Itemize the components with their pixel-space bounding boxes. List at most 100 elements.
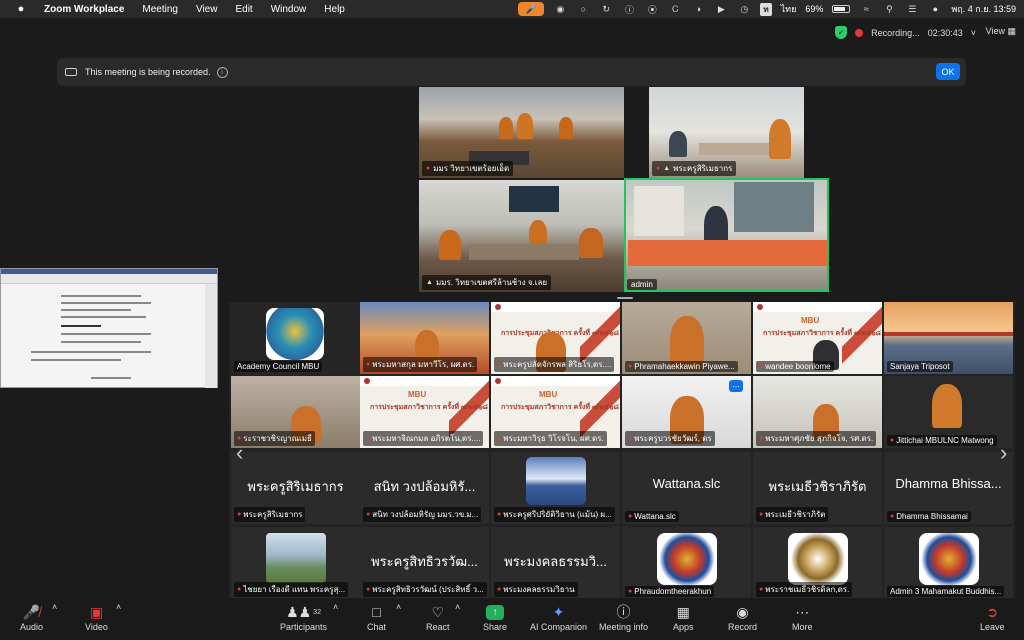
doc-line	[61, 295, 141, 297]
audio-button[interactable]: 🎤̸ Audio	[20, 602, 43, 633]
more-button[interactable]: ⋯ More	[792, 602, 813, 633]
menu-meeting[interactable]: Meeting	[142, 4, 178, 15]
microphone-in-use-icon[interactable]: 🎤	[518, 2, 545, 16]
participant-tile[interactable]: MBU การประชุมสภาวิชาการ ครั้งที่ ๗/๒๕๖๘ …	[491, 376, 620, 448]
video-button[interactable]: ▣ Video	[85, 602, 108, 633]
spotlight-icon[interactable]: ⚲	[882, 3, 896, 15]
participant-tile[interactable]: สนิท วงปล้อมหิรั... ● สนิท วงปล้อมหิรัญ ม…	[360, 452, 489, 524]
app-name-menu[interactable]: Zoom Workplace	[44, 4, 124, 15]
chevron-down-icon[interactable]: ˅	[971, 28, 976, 38]
video-options-chevron-icon[interactable]: ˄	[116, 602, 121, 612]
view-button-label: View	[985, 26, 1005, 36]
battery-percent: 69%	[805, 4, 824, 14]
chat-button[interactable]: □ Chat	[367, 602, 386, 632]
participant-tile[interactable]: Academy Council MBU	[231, 302, 360, 374]
wifi-icon[interactable]: ≈	[859, 3, 873, 15]
clock[interactable]: พฤ. 4 ก.ย. 13:59	[951, 2, 1016, 16]
participant-tile[interactable]: ● พระมหาสกุล มหาวีโร, ผศ.ดร.	[360, 302, 489, 374]
participant-name: ● wandee boonlome	[756, 361, 834, 372]
input-language[interactable]: ไทย	[781, 2, 797, 16]
video-tile-room-2[interactable]: ● ▲ พระครูสิริเมธากร	[649, 87, 804, 178]
encryption-shield-icon[interactable]: ✓	[835, 26, 848, 39]
participant-tile[interactable]: พระครูสิทธิวรวัฒ... ● พระครูสิทธิวรวัฒน์ …	[360, 527, 489, 599]
apple-icon[interactable]: ●	[14, 3, 28, 15]
gallery-next-arrow-icon[interactable]: ›	[1000, 440, 1007, 466]
bookshelf	[734, 182, 814, 232]
participant-name: ● Wattana.slc	[625, 511, 679, 522]
ai-companion-button[interactable]: ✦ AI Companion	[530, 602, 587, 633]
battery-icon[interactable]	[832, 5, 851, 13]
bluetooth-icon[interactable]: Ꮯ	[668, 3, 682, 15]
participant-tile[interactable]: ● พระมหาศุภชัย สุภกิจโจ, รศ.ดร.	[753, 376, 882, 448]
participant-figure	[517, 113, 533, 139]
more-options-icon[interactable]: ⋯	[729, 380, 743, 392]
participant-name: ● พระมหาวิรุธ วิโรจโน, ผศ.ดร.	[494, 431, 607, 446]
participant-name: ● พระครูปลัดจักรพล สิริธโร,ดร....	[494, 357, 615, 372]
participant-tile[interactable]: ● ระราชวชิรญาณเมธี	[231, 376, 360, 448]
siri-icon[interactable]: ●	[928, 3, 942, 15]
gallery-prev-arrow-icon[interactable]: ‹	[236, 440, 243, 466]
muted-mic-icon: ●	[426, 165, 431, 172]
participant-tile[interactable]: พระมงคลธรรมวิ... ● พระมงคลธรรมวิธาน	[491, 527, 620, 599]
participant-tile[interactable]: พระเมธีวชิราภิรัต ● พระเมธีวชิราภิรัต	[753, 452, 882, 524]
participants-options-chevron-icon[interactable]: ˄	[333, 602, 338, 612]
participant-tile[interactable]: ● Phramahaekkawin Piyawe...	[622, 302, 751, 374]
view-button[interactable]: View ▦	[986, 26, 1016, 37]
control-center-icon[interactable]: ☰	[905, 3, 919, 15]
participant-tile[interactable]: ● Phraudomtheerakhun	[622, 527, 751, 599]
notification-icon[interactable]: ⓘ	[622, 3, 636, 15]
recording-banner: This meeting is being recorded. i OK	[57, 58, 966, 86]
participant-name: ● พระมหาจิณกมล อภิรตโน,ดร....	[363, 431, 484, 446]
meeting-info-button[interactable]: ⓘ Meeting info	[599, 602, 648, 632]
participant-tile[interactable]: ⋯ ● พระครูบวรชัยวัฒร์, ดร	[622, 376, 751, 448]
focus-icon[interactable]: ◑	[691, 3, 705, 15]
participant-tile[interactable]: ● พระราชเมธีวชิรดิลก,ดร.	[753, 527, 882, 599]
participants-label: Participants	[280, 622, 328, 632]
share-button[interactable]: ↑ Share	[483, 602, 507, 632]
leave-button[interactable]: ➲ Leave	[980, 602, 1005, 633]
participant-tile[interactable]: MBU การประชุมสภาวิชาการ ครั้งที่ ๗/๒๕๖๘ …	[360, 376, 489, 448]
video-tile-active-speaker[interactable]: admin	[624, 178, 829, 292]
react-options-chevron-icon[interactable]: ˄	[455, 602, 460, 612]
airdrop-icon[interactable]: ⦿	[645, 3, 659, 15]
participant-tile[interactable]: พระครูสิริเมธากร ● พระครูสิริเมธากร	[231, 452, 360, 524]
sync-icon[interactable]: ↻	[599, 3, 613, 15]
participant-tile[interactable]: Dhamma Bhissa... ● Dhamma Bhissamai	[884, 452, 1013, 524]
participant-tile[interactable]: Sanjaya Triposot	[884, 302, 1013, 374]
participant-tile[interactable]: ● Jittichai MBULNC Matwong	[884, 376, 1013, 448]
shared-document-preview[interactable]	[0, 268, 218, 388]
doc-line	[61, 333, 151, 335]
participant-tile[interactable]: ● ไชยยา เรืองดี แทน พระครูสุ...	[231, 527, 360, 599]
slide-brand: MBU	[539, 390, 558, 399]
banner-ok-button[interactable]: OK	[936, 63, 960, 80]
play-icon[interactable]: ▶	[714, 3, 728, 15]
participant-tile[interactable]: ● พระครูศรีปริยัติวิธาน (แม้น) ผ...	[491, 452, 620, 524]
participant-tile[interactable]: MBU การประชุมสภาวิชาการ ครั้งที่ ๗/๒๕๖๘ …	[753, 302, 882, 374]
recording-status[interactable]: ✓ Recording... 02:30:43 ˅	[835, 26, 976, 39]
window	[634, 186, 684, 236]
chat-options-chevron-icon[interactable]: ˄	[396, 602, 401, 612]
participant-tile[interactable]: Wattana.slc ● Wattana.slc	[622, 452, 751, 524]
participant-tile[interactable]: การประชุมสภาวิชาการ ครั้งที่ ๗/๒๕๖๘ ● พระ…	[491, 302, 620, 374]
menu-window[interactable]: Window	[271, 4, 307, 15]
chairs	[628, 240, 828, 266]
video-tile-room-3[interactable]: ▲ มมร. วิทยาเขตศรีล้านช้าง จ.เลย	[419, 180, 624, 292]
participant-name: ● Dhamma Bhissamai	[887, 511, 971, 522]
input-source-icon[interactable]: ท	[760, 2, 772, 16]
participant-figure	[439, 230, 461, 260]
participants-button[interactable]: ♟♟ 32 Participants	[280, 602, 328, 633]
zoom-status-icon[interactable]: ◉	[553, 3, 567, 15]
menu-help[interactable]: Help	[324, 4, 345, 15]
participant-tile[interactable]: Admin 3 Mahamakut Buddhis...	[884, 527, 1013, 599]
menu-view[interactable]: View	[196, 4, 218, 15]
info-icon[interactable]: i	[216, 66, 228, 78]
react-button[interactable]: ♡ React	[426, 602, 450, 633]
record-button[interactable]: ◉ Record	[728, 602, 757, 633]
apps-button[interactable]: ▦ Apps	[673, 602, 694, 633]
resize-handle[interactable]	[617, 297, 633, 299]
timer-icon[interactable]: ◷	[737, 3, 751, 15]
line-icon[interactable]: ○	[576, 3, 590, 15]
menu-edit[interactable]: Edit	[235, 4, 252, 15]
video-tile-room-1[interactable]: ● มมร วิทยาเขตร้อยเอ็ด	[419, 87, 624, 178]
audio-options-chevron-icon[interactable]: ˄	[52, 602, 57, 612]
